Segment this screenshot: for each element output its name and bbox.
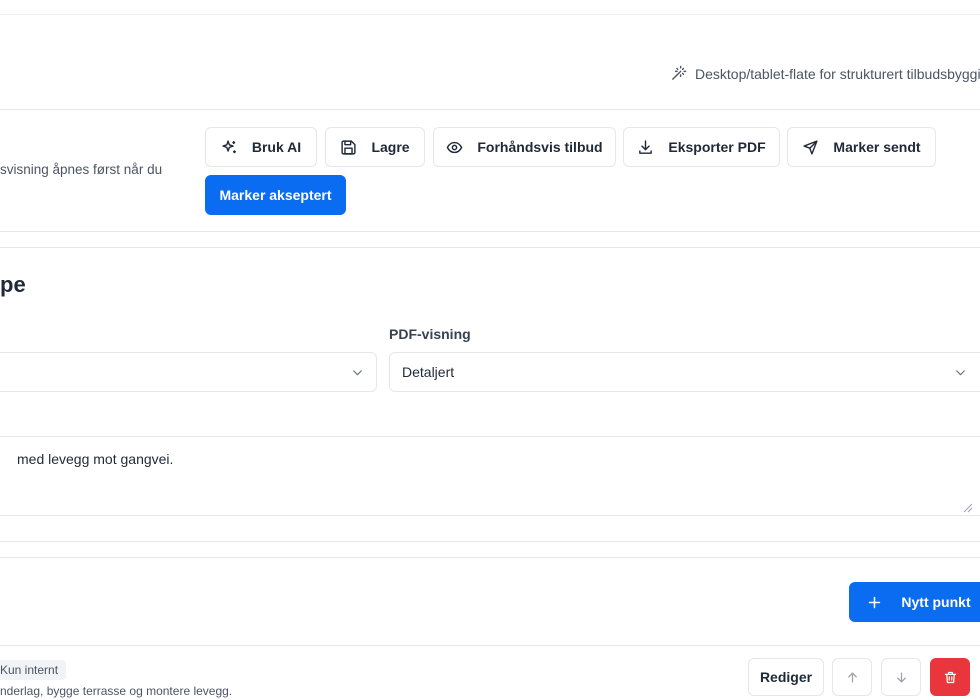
send-icon: [803, 139, 819, 155]
new-item-button[interactable]: Nytt punkt: [849, 582, 980, 622]
top-divider: [0, 14, 980, 15]
item-description: nderlag, bygge terrasse og montere leveg…: [0, 684, 233, 698]
top-bar: Desktop/tablet-flate for strukturert til…: [0, 0, 980, 110]
plus-icon: [869, 596, 881, 608]
tagline-text: Desktop/tablet-flate for strukturert til…: [695, 65, 980, 82]
section-top-divider: [0, 247, 980, 248]
mark-sent-button[interactable]: Marker sendt: [787, 127, 936, 167]
pdf-view-value: Detaljert: [402, 364, 455, 380]
mark-accepted-button[interactable]: Marker akseptert: [205, 175, 346, 215]
edit-button[interactable]: Rediger: [748, 658, 824, 696]
save-button[interactable]: Lagre: [325, 127, 425, 167]
arrow-up-icon: [847, 672, 857, 682]
move-up-button[interactable]: [832, 658, 872, 696]
preview-offer-label: Forhåndsvis tilbud: [477, 139, 603, 155]
pdf-view-label: PDF-visning: [389, 326, 471, 342]
export-pdf-label: Eksporter PDF: [668, 139, 766, 155]
sparkles-icon: [222, 139, 236, 153]
trash-icon: [944, 671, 956, 683]
header-tagline: Desktop/tablet-flate for strukturert til…: [670, 65, 980, 82]
chevron-down-icon: [353, 370, 362, 376]
arrow-down-icon: [896, 672, 906, 682]
download-icon: [639, 139, 653, 154]
eye-icon: [446, 141, 463, 153]
items-top-divider: [0, 557, 980, 558]
section-bottom-divider: [0, 541, 980, 542]
magic-wand-icon: [672, 65, 687, 80]
save-icon: [341, 139, 357, 155]
use-ai-button[interactable]: Bruk AI: [205, 127, 317, 167]
edit-label: Rediger: [759, 669, 813, 685]
first-select[interactable]: [0, 352, 377, 392]
save-label: Lagre: [371, 139, 410, 155]
preview-offer-button[interactable]: Forhåndsvis tilbud: [433, 127, 616, 167]
mark-accepted-label: Marker akseptert: [219, 187, 332, 203]
page-subtitle: svisning åpnes først når du: [0, 162, 163, 177]
delete-button[interactable]: [930, 658, 970, 696]
new-item-label: Nytt punkt: [901, 594, 971, 610]
toolbar-divider: [0, 231, 980, 232]
items-divider: [0, 645, 980, 646]
use-ai-label: Bruk AI: [251, 139, 302, 155]
chevron-down-icon: [956, 370, 965, 376]
internal-only-badge: Kun internt: [0, 660, 67, 680]
mark-sent-label: Marker sendt: [833, 139, 921, 155]
resize-handle-icon[interactable]: [963, 503, 973, 513]
section-title: pe: [0, 272, 26, 297]
pdf-view-select[interactable]: Detaljert: [389, 352, 980, 392]
export-pdf-button[interactable]: Eksporter PDF: [623, 127, 780, 167]
description-text: med levegg mot gangvei.: [17, 451, 174, 467]
move-down-button[interactable]: [881, 658, 921, 696]
description-textarea[interactable]: med levegg mot gangvei.: [0, 436, 980, 516]
